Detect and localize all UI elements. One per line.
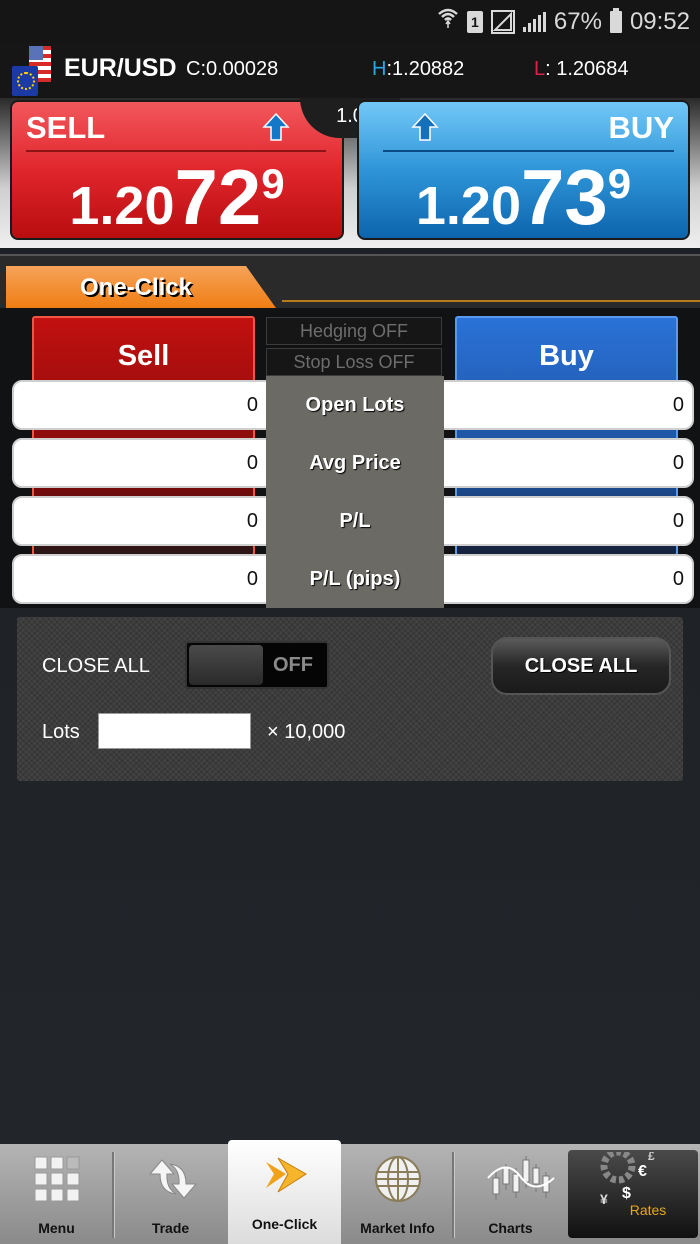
nav-charts[interactable]: Charts xyxy=(454,1144,567,1244)
sell-pl-pips: 0 xyxy=(12,554,268,604)
change-value: 0.00028 xyxy=(206,58,279,80)
sell-price-fraction: 9 xyxy=(261,160,285,207)
battery-icon xyxy=(609,7,622,33)
close-all-toggle[interactable]: OFF xyxy=(185,641,329,689)
nav-label: Charts xyxy=(488,1220,533,1236)
price-panel: SELL 1.20729 1.0 BUY 1.20739 xyxy=(0,98,700,248)
bottom-nav: Menu Trade One-Click Market Info Charts … xyxy=(0,1140,700,1244)
wifi-icon xyxy=(437,6,459,37)
sell-price-pips: 72 xyxy=(174,153,262,241)
sell-label: SELL xyxy=(26,110,106,145)
pair-symbol[interactable]: EUR/USD xyxy=(64,54,177,83)
sell-avg-price: 0 xyxy=(12,438,268,488)
svg-text:€: € xyxy=(638,1163,647,1180)
buy-quote-button[interactable]: BUY 1.20739 xyxy=(357,100,690,243)
buy-open-lots: 0 xyxy=(442,380,694,430)
row-label: P/L (pips) xyxy=(266,550,444,608)
lots-multiplier: × 10,000 xyxy=(267,721,346,743)
high-value: :1.20882 xyxy=(386,58,465,80)
candlestick-icon xyxy=(486,1154,555,1204)
toggle-state: OFF xyxy=(273,654,313,676)
nav-label: Market Info xyxy=(360,1220,435,1236)
nav-label: Trade xyxy=(151,1220,190,1236)
sell-pl: 0 xyxy=(12,496,268,546)
arrow-up-icon xyxy=(411,112,439,142)
tab-one-click-label: One-Click xyxy=(79,274,193,301)
buy-avg-price: 0 xyxy=(442,438,694,488)
toggle-knob[interactable] xyxy=(189,645,263,685)
buy-pl-pips: 0 xyxy=(442,554,694,604)
status-bar: 1 67% 09:52 xyxy=(0,0,700,42)
buy-price-fraction: 9 xyxy=(607,160,632,207)
hedging-status: Hedging OFF xyxy=(266,317,442,345)
one-click-panel: Sell Hedging OFF Stop Loss OFF Buy 0 0 O… xyxy=(0,308,700,608)
buy-pl: 0 xyxy=(442,496,694,546)
svg-text:£: £ xyxy=(648,1152,655,1163)
table-row: 0 0 Avg Price xyxy=(12,434,694,492)
clock: 09:52 xyxy=(629,7,690,35)
nav-trade[interactable]: Trade xyxy=(114,1144,227,1244)
sell-price-prefix: 1.20 xyxy=(69,176,175,236)
close-all-label: CLOSE ALL xyxy=(42,655,150,677)
globe-icon xyxy=(373,1154,423,1204)
row-label: Avg Price xyxy=(266,434,444,492)
buy-price-pips: 73 xyxy=(520,153,608,241)
svg-text:$: $ xyxy=(622,1185,631,1202)
tab-one-click[interactable]: One-Click xyxy=(6,266,276,308)
nav-market-info[interactable]: Market Info xyxy=(341,1144,454,1244)
double-chevron-icon xyxy=(260,1150,310,1200)
signal-box-icon xyxy=(490,9,515,34)
nav-label: Menu xyxy=(38,1220,75,1236)
sell-open-lots: 0 xyxy=(12,380,268,430)
sim-icon: 1 xyxy=(466,10,483,33)
buy-label: BUY xyxy=(608,110,674,145)
nav-menu[interactable]: Menu xyxy=(0,1144,113,1244)
tab-underline xyxy=(282,300,700,302)
nav-rates[interactable]: € $ ¥ £ Rates xyxy=(568,1148,698,1238)
close-all-panel: CLOSE ALL OFF CLOSE ALL Lots × 10,000 xyxy=(17,617,683,781)
app-screen: 1 67% 09:52 EUR/USD C:0.00028 H:1.20882 … xyxy=(0,0,700,1244)
lots-input[interactable] xyxy=(98,713,251,749)
table-row: 0 0 Open Lots xyxy=(12,376,694,434)
stop-loss-status: Stop Loss OFF xyxy=(266,348,442,376)
buy-price-prefix: 1.20 xyxy=(415,176,521,236)
sell-quote-button[interactable]: SELL 1.20729 xyxy=(10,100,344,243)
pair-high: H:1.20882 xyxy=(372,58,464,81)
low-value: : 1.20684 xyxy=(545,58,629,80)
nav-one-click[interactable]: One-Click xyxy=(228,1140,341,1244)
signal-icon xyxy=(522,11,546,32)
lots-label: Lots xyxy=(42,721,80,743)
low-label: L xyxy=(534,58,546,80)
pair-change: C:0.00028 xyxy=(186,58,278,81)
close-all-button[interactable]: CLOSE ALL xyxy=(491,637,671,695)
tab-strip: One-Click xyxy=(0,254,700,308)
table-row: 0 0 P/L xyxy=(12,492,694,550)
change-label: C: xyxy=(186,58,206,80)
nav-label: Rates xyxy=(629,1202,667,1218)
battery-percent: 67% xyxy=(553,7,602,35)
grid-icon xyxy=(32,1154,82,1204)
currency-gear-icon: € $ ¥ £ xyxy=(598,1148,658,1208)
pair-low: L: 1.20684 xyxy=(534,58,629,81)
buy-price: 1.20739 xyxy=(359,152,688,243)
eur-usd-flag-icon xyxy=(10,46,58,96)
high-label: H xyxy=(372,58,387,80)
row-label: Open Lots xyxy=(266,376,444,434)
table-row: 0 0 P/L (pips) xyxy=(12,550,694,608)
pair-header[interactable]: EUR/USD C:0.00028 H:1.20882 L: 1.20684 xyxy=(0,42,700,98)
sell-price: 1.20729 xyxy=(12,152,342,243)
exchange-arrows-icon xyxy=(146,1154,197,1204)
row-label: P/L xyxy=(266,492,444,550)
nav-label: One-Click xyxy=(251,1216,318,1232)
arrow-up-icon xyxy=(262,112,290,142)
